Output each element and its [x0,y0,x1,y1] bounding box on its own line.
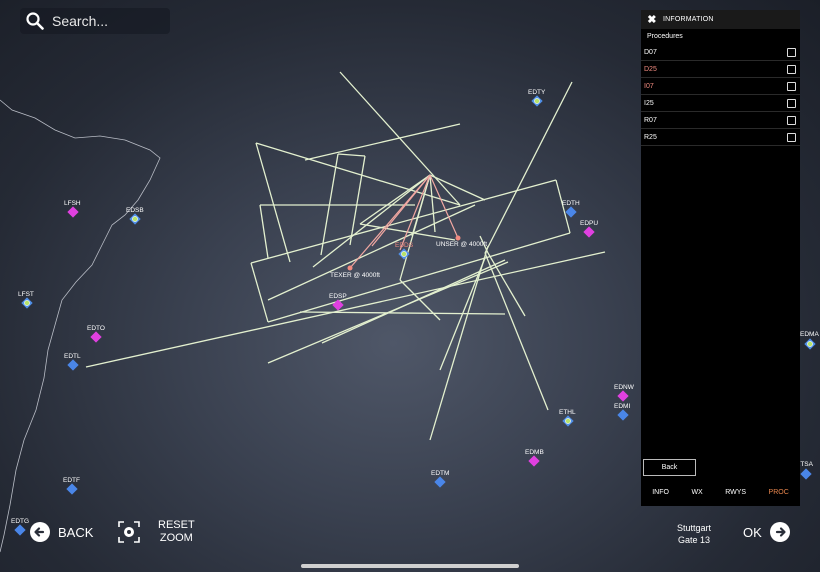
airport-edty[interactable]: EDTY [528,89,546,107]
reset-zoom-button[interactable]: RESET ZOOM [118,519,195,545]
procedure-routes [85,71,606,441]
back-label: BACK [58,524,94,540]
airport-label: ETHL [559,409,576,416]
airport-label: EDTF [63,477,80,484]
airport-edmi[interactable]: EDMI [614,403,630,421]
search-bar[interactable]: Search... [20,8,170,34]
airport-label: EDTH [562,200,580,207]
procedure-label: D25 [644,65,657,73]
section-label-procedures: Procedures [647,33,683,40]
airport-label: EDDS [395,242,414,249]
reset-zoom-icon [118,521,140,543]
airport-label: EDSB [126,207,144,214]
country-border [0,99,161,553]
airport-edtl[interactable]: EDTL [64,353,81,371]
reset-zoom-text: RESET ZOOM [158,519,195,545]
panel-header: ✖ INFORMATION [641,10,800,29]
procedure-row[interactable]: D07 [641,44,800,61]
procedure-list: D07 D25 I07 I25 R07 R25 [641,44,800,146]
reset-label: RESET [158,519,195,531]
airport-edds[interactable]: EDDS [395,242,414,260]
waypoint-label: TEXER @ 4000ft [330,272,380,279]
procedure-label: I07 [644,82,654,90]
panel-back-button[interactable]: Back [643,459,696,476]
procedure-checkbox[interactable] [787,132,796,142]
information-panel: ✖ INFORMATION Procedures D07 D25 I07 I25 R07… [641,10,800,506]
back-button[interactable]: BACK [30,522,93,542]
procedure-row[interactable]: R25 [641,129,800,146]
close-icon[interactable]: ✖ [641,13,663,26]
airport-edtg[interactable]: EDTG [11,518,29,536]
airport-label: EDTM [431,470,449,477]
airport-edpu[interactable]: EDPU [580,220,598,238]
airport-edto[interactable]: EDTO [87,325,105,343]
airport-label: EDSP [329,293,347,300]
search-icon [26,12,44,30]
airport-ethl[interactable]: ETHL [559,409,576,427]
airport-label: EDTL [64,353,81,360]
procedure-row[interactable]: R07 [641,112,800,129]
waypoint-label: UNSER @ 4000ft [436,241,487,248]
procedure-checkbox[interactable] [787,47,796,57]
procedure-label: D07 [644,48,657,56]
home-indicator [301,564,519,568]
airport-edma[interactable]: EDMA [800,331,819,350]
tab-info[interactable]: INFO [652,489,669,496]
airport-label: EDMA [800,331,819,338]
airport-label: EDTG [11,518,29,525]
stand-info: Stuttgart Gate 13 [670,522,718,546]
procedure-label: R25 [644,133,657,141]
airport-lfsh[interactable]: LFSH [64,200,81,218]
ok-button[interactable]: OK [743,522,790,542]
procedure-label: I25 [644,99,654,107]
stand-airport: Stuttgart [676,523,712,533]
procedure-row[interactable]: D25 [641,61,800,78]
airport-edsb[interactable]: EDSB [126,207,144,225]
airport-label: EDPU [580,220,598,227]
ok-label: OK [743,524,762,540]
airport-ednw[interactable]: EDNW [614,384,635,402]
procedure-row[interactable]: I25 [641,95,800,112]
airport-edmb[interactable]: EDMB [525,449,544,467]
airport-edsp[interactable]: EDSP [329,293,347,311]
airport-edtm[interactable]: EDTM [431,470,449,488]
procedure-checkbox[interactable] [787,115,796,125]
arrow-left-circle-icon [30,522,50,542]
airport-label: EDTO [87,325,105,332]
tab-rwys[interactable]: RWYS [725,489,746,496]
panel-title: INFORMATION [663,16,714,23]
arrow-right-circle-icon [769,522,790,542]
procedure-row[interactable]: I07 [641,78,800,95]
airport-edtf[interactable]: EDTF [63,477,80,495]
panel-tabs: INFO WX RWYS PROC [641,484,800,500]
procedure-checkbox[interactable] [787,64,796,74]
airport-label: EDMI [614,403,630,410]
procedure-label: R07 [644,116,657,124]
airport-label: LFST [18,291,34,298]
tab-wx[interactable]: WX [691,489,702,496]
procedure-checkbox[interactable] [787,81,796,91]
search-placeholder: Search... [52,13,109,29]
zoom-label: ZOOM [159,532,193,544]
airport-label: EDMB [525,449,544,456]
procedure-checkbox[interactable] [787,98,796,108]
airport-lfst[interactable]: LFST [18,291,34,309]
airport-label: EDNW [614,384,635,391]
stand-gate: Gate 13 [677,535,711,545]
tab-proc[interactable]: PROC [769,489,789,496]
airport-label: EDTY [528,89,546,96]
airport-label: LFSH [64,200,81,207]
